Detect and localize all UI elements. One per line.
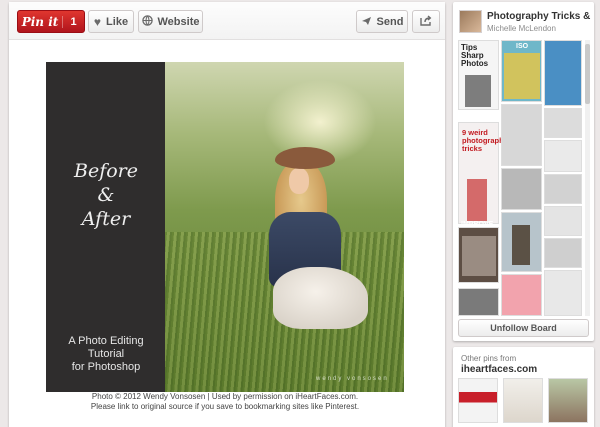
board-thumbnail[interactable] [458, 227, 499, 283]
pin-toolbar: Pin it 1 ♥ Like Website Send [9, 2, 445, 40]
other-pins-thumbnails [458, 378, 589, 427]
website-label: Website [157, 15, 200, 28]
board-thumbnail[interactable] [544, 174, 582, 204]
other-pin-thumbnail[interactable] [503, 378, 543, 423]
image-title: Before & After [52, 159, 160, 231]
other-pins-source[interactable]: iheartfaces.com [461, 364, 537, 375]
photo-cowboy-hat [275, 147, 335, 169]
board-card: Photography Tricks &... Michelle McLendo… [453, 2, 594, 341]
board-scrollbar-thumb[interactable] [585, 44, 590, 104]
board-title[interactable]: Photography Tricks &... [487, 11, 591, 22]
other-pins-label: Other pins from [461, 354, 517, 363]
board-thumbnail-grid: Tips Sharp Photos 9 weird photography tr… [458, 40, 583, 316]
thumbnail-text: 9 weird photography tricks [462, 128, 508, 153]
send-arrow-icon [361, 16, 372, 28]
board-thumbnail[interactable] [544, 238, 582, 268]
board-thumbnail[interactable] [544, 206, 582, 236]
send-label: Send [376, 15, 404, 28]
pin-count: 1 [62, 15, 84, 28]
website-button[interactable]: Website [138, 10, 203, 33]
thumbnail-text: ISO [516, 43, 529, 50]
caption-line: Please link to original source if you sa… [90, 401, 360, 411]
image-subtitle-line: for Photoshop [71, 361, 141, 373]
photo-face [289, 168, 309, 194]
board-owner-name[interactable]: Michelle McLendon [487, 24, 556, 33]
image-title-ampersand: & [97, 184, 115, 206]
board-scrollbar[interactable] [585, 40, 590, 316]
unfollow-board-button[interactable]: Unfollow Board [458, 319, 589, 337]
like-button[interactable]: ♥ Like [88, 10, 134, 33]
other-pin-thumbnail[interactable] [548, 378, 588, 423]
board-thumbnail[interactable] [501, 104, 542, 166]
heart-icon: ♥ [93, 14, 102, 29]
board-owner-avatar[interactable] [459, 10, 482, 33]
pin-image[interactable]: Before & After A Photo Editing Tutorial … [46, 62, 404, 392]
board-thumbnail[interactable]: 9 weird photography tricks [458, 122, 508, 224]
pin-it-button[interactable]: Pin it 1 [17, 10, 85, 33]
other-pins-card: Other pins from iheartfaces.com [453, 347, 594, 427]
caption-line: Photo © 2012 Wendy Vonsosen | Used by pe… [91, 392, 359, 401]
image-title-before: Before [73, 160, 138, 182]
globe-icon [141, 15, 153, 28]
thumbnail-text: Tips Sharp Photos [461, 43, 489, 68]
board-thumbnail[interactable] [544, 40, 582, 106]
board-thumbnail[interactable] [501, 274, 542, 316]
board-thumbnail[interactable] [458, 288, 499, 316]
image-subtitle-line: Tutorial [87, 348, 125, 360]
image-subtitle: A Photo Editing Tutorial for Photoshop [50, 335, 162, 374]
board-thumbnail[interactable]: ISO [501, 40, 542, 102]
pin-it-label: Pin it [21, 14, 59, 29]
board-thumbnail[interactable] [501, 212, 542, 272]
photo-dress [273, 267, 368, 329]
other-pin-thumbnail[interactable] [458, 378, 498, 423]
board-thumbnail[interactable] [501, 168, 542, 210]
board-thumbnail[interactable] [544, 270, 582, 316]
like-label: Like [106, 15, 129, 28]
image-watermark: wendy vonsosen [316, 376, 389, 382]
send-button[interactable]: Send [356, 10, 408, 33]
image-title-after: After [81, 208, 131, 230]
board-thumbnail[interactable] [544, 108, 582, 138]
pin-caption: Photo © 2012 Wendy Vonsosen | Used by pe… [46, 392, 404, 411]
thumbnail-text-improve: IMPROVE [461, 221, 494, 228]
image-subtitle-line: A Photo Editing [68, 335, 144, 347]
portrait-photo [165, 62, 404, 392]
share-button[interactable] [412, 10, 440, 33]
board-thumbnail[interactable] [544, 140, 582, 172]
board-thumbnail[interactable]: Tips Sharp Photos [458, 40, 499, 110]
share-icon [420, 15, 432, 28]
